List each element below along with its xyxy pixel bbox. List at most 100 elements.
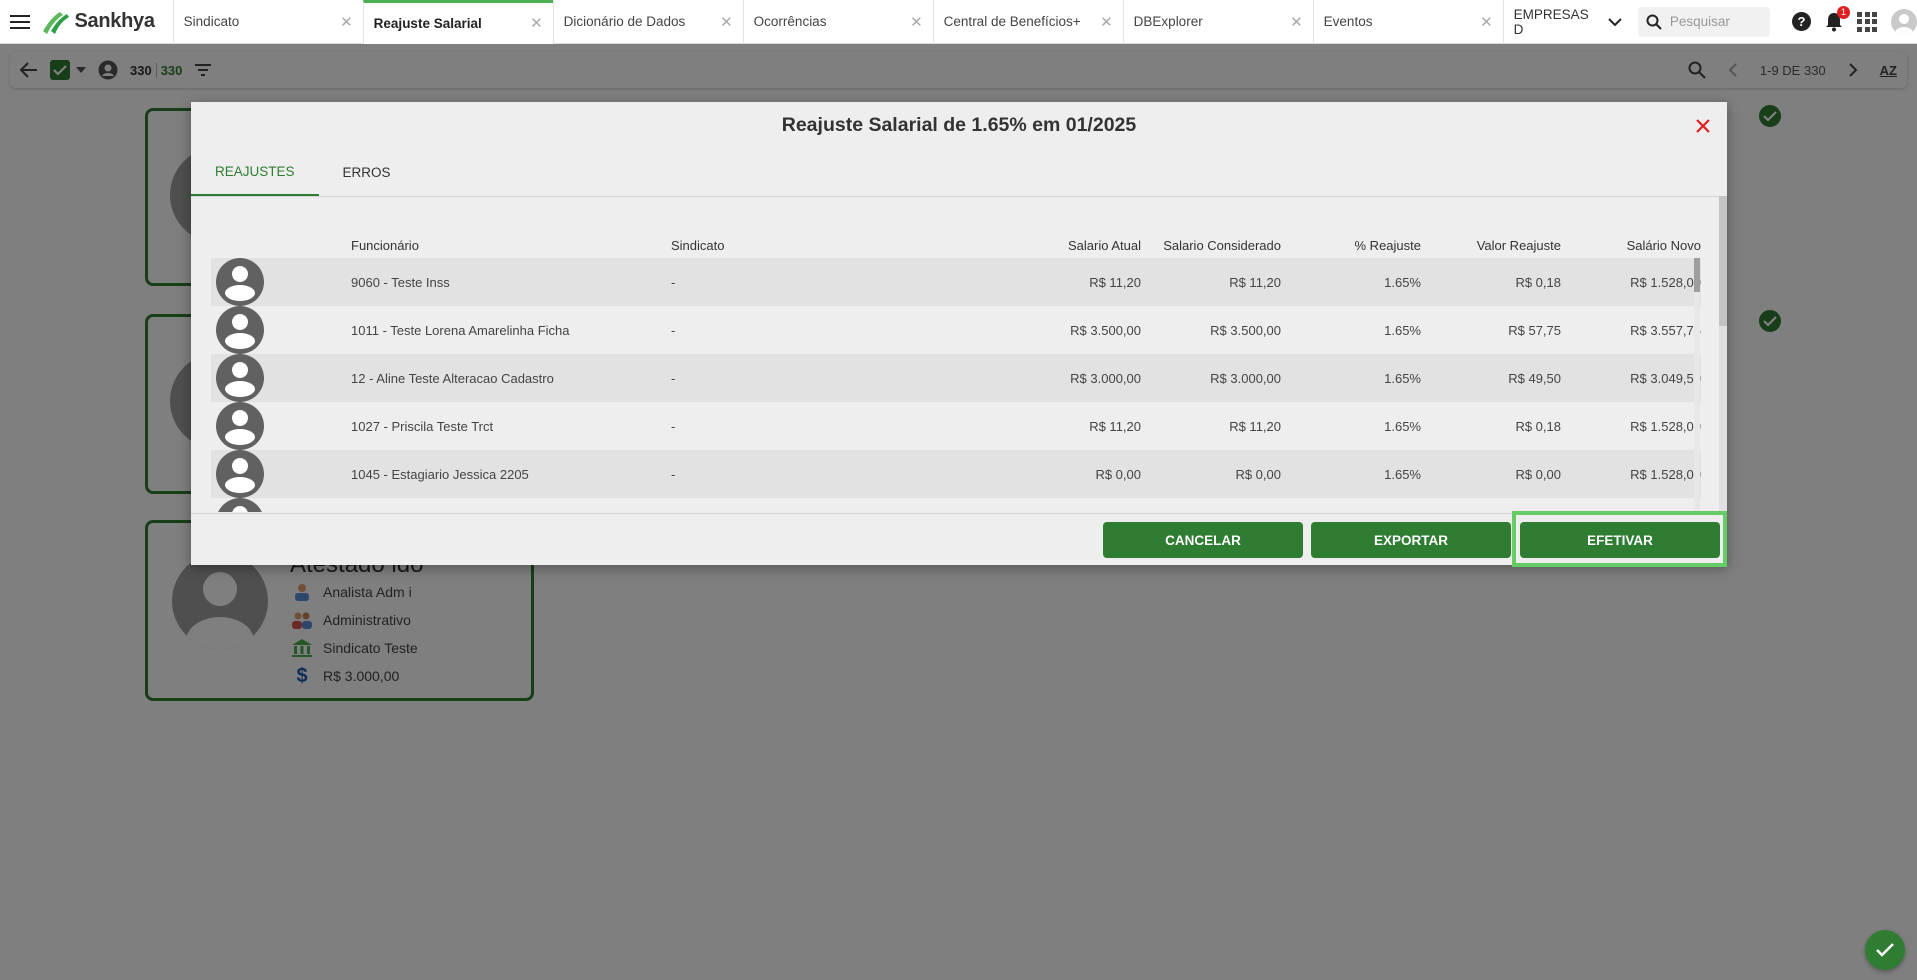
cell-funcionario: 1045 - Estagiario Jessica 2205 [351, 466, 529, 482]
close-icon[interactable]: ✕ [910, 13, 923, 31]
avatar [216, 498, 264, 512]
cell-valor-reajuste: R$ 0,18 [1515, 274, 1561, 290]
col-funcionario[interactable]: Funcionário [351, 238, 671, 253]
cell-sindicato: - [671, 418, 676, 434]
col-valor-reajuste[interactable]: Valor Reajuste [1421, 238, 1561, 253]
sankhya-logo-icon [42, 11, 69, 34]
table-row[interactable]: 12 - Aline Teste Alteracao Cadastro - R$… [211, 354, 1701, 402]
cell-salario-atual: R$ 3.000,00 [1070, 370, 1141, 386]
table-row[interactable] [211, 498, 1701, 512]
table-row[interactable]: 1045 - Estagiario Jessica 2205 - R$ 0,00… [211, 450, 1701, 498]
confirm-button[interactable]: EFETIVAR [1520, 522, 1720, 558]
cell-sindicato: - [671, 322, 676, 338]
user-icon [1895, 13, 1913, 35]
search-input[interactable] [1669, 14, 1765, 29]
close-icon[interactable]: ✕ [1100, 13, 1113, 31]
avatar [216, 258, 264, 306]
dialog-tabs: REAJUSTES ERROS [191, 148, 415, 196]
company-selector[interactable]: EMPRESAS D [1502, 0, 1632, 44]
user-icon [232, 506, 248, 512]
cell-pct-reajuste: 1.65% [1384, 418, 1421, 434]
table-row[interactable]: 1027 - Priscila Teste Trct - R$ 11,20 R$… [211, 402, 1701, 450]
export-button[interactable]: EXPORTAR [1311, 522, 1511, 558]
tab-label: Reajuste Salarial [373, 15, 482, 31]
tab-reajuste-salarial[interactable]: Reajuste Salarial ✕ [362, 0, 553, 44]
chevron-down-icon [1608, 17, 1622, 26]
cell-salario-considerado: R$ 3.500,00 [1210, 322, 1281, 338]
cell-valor-reajuste: R$ 49,50 [1508, 370, 1561, 386]
user-avatar[interactable] [1891, 8, 1917, 35]
user-icon [225, 266, 255, 301]
close-icon[interactable]: ✕ [1290, 13, 1303, 31]
cell-funcionario: 12 - Aline Teste Alteracao Cadastro [351, 370, 554, 386]
tab-dicionario-de-dados[interactable]: Dicionário de Dados ✕ [552, 0, 743, 44]
cell-salario-considerado: R$ 3.000,00 [1210, 370, 1281, 386]
cell-valor-reajuste: R$ 0,00 [1515, 466, 1561, 482]
tab-reajustes[interactable]: REAJUSTES [191, 148, 319, 196]
dialog-title: Reajuste Salarial de 1.65% em 01/2025 [781, 114, 1137, 136]
user-icon [225, 410, 255, 445]
close-icon[interactable]: ✕ [1480, 13, 1493, 31]
cell-salario-atual: R$ 3.500,00 [1070, 322, 1141, 338]
avatar [216, 354, 264, 402]
close-icon[interactable] [1691, 114, 1715, 138]
cell-sindicato: - [671, 370, 676, 386]
divider [191, 196, 1727, 197]
tab-label: Eventos [1323, 14, 1373, 29]
cell-pct-reajuste: 1.65% [1384, 274, 1421, 290]
search-box [1637, 6, 1770, 37]
avatar [216, 450, 264, 498]
cell-valor-reajuste: R$ 57,75 [1508, 322, 1561, 338]
tab-central-de-beneficios[interactable]: Central de Benefícios+ ✕ [932, 0, 1123, 44]
close-icon[interactable]: ✕ [340, 13, 353, 31]
tab-eventos[interactable]: Eventos ✕ [1312, 0, 1503, 44]
cell-salario-atual: R$ 11,20 [1089, 418, 1141, 434]
cell-salario-novo: R$ 1.528,00 [1630, 418, 1701, 434]
cell-salario-atual: R$ 0,00 [1095, 466, 1141, 482]
cell-salario-novo: R$ 3.557,75 [1630, 322, 1701, 338]
cell-salario-novo: R$ 1.528,00 [1630, 466, 1701, 482]
company-label: EMPRESAS D [1513, 6, 1589, 37]
user-icon [225, 362, 255, 397]
cell-salario-novo: R$ 3.049,50 [1630, 370, 1701, 386]
tab-sindicato[interactable]: Sindicato ✕ [172, 0, 363, 44]
tab-label: DBExplorer [1133, 14, 1203, 29]
tab-label: Ocorrências [753, 14, 827, 29]
avatar [216, 306, 264, 354]
table-scrollbar[interactable] [1694, 258, 1700, 512]
col-sindicato[interactable]: Sindicato [671, 238, 971, 253]
tab-erros[interactable]: ERROS [319, 148, 415, 196]
tab-ocorrencias[interactable]: Ocorrências ✕ [742, 0, 933, 44]
notification-badge: 1 [1837, 5, 1850, 19]
table-row[interactable]: 1011 - Teste Lorena Amarelinha Ficha - R… [211, 306, 1701, 354]
cell-valor-reajuste: R$ 0,18 [1515, 418, 1561, 434]
cell-sindicato: - [671, 466, 676, 482]
col-salario-atual[interactable]: Salario Atual [971, 238, 1141, 253]
notifications-bell[interactable]: 1 [1825, 5, 1850, 32]
col-salario-novo[interactable]: Salário Novo [1561, 238, 1701, 253]
search-icon [1646, 14, 1662, 30]
brand-logo[interactable]: Sankhya [40, 0, 169, 44]
dialog-scrollbar[interactable] [1719, 196, 1727, 514]
menu-icon[interactable] [0, 0, 40, 44]
cell-funcionario: 1011 - Teste Lorena Amarelinha Ficha [351, 322, 570, 338]
apps-grid-icon[interactable] [1857, 11, 1877, 32]
close-icon[interactable]: ✕ [530, 14, 543, 32]
help-icon[interactable]: ? [1792, 12, 1811, 31]
top-icons: ? 1 [1792, 5, 1917, 35]
col-pct-reajuste[interactable]: % Reajuste [1281, 238, 1421, 253]
tab-dbexplorer[interactable]: DBExplorer ✕ [1122, 0, 1313, 44]
adjustments-table: Funcionário Sindicato Salario Atual Sala… [211, 232, 1701, 512]
avatar [216, 402, 264, 450]
salary-adjustment-dialog: Reajuste Salarial de 1.65% em 01/2025 RE… [191, 102, 1727, 567]
user-icon [225, 458, 255, 493]
divider [191, 513, 1727, 514]
done-fab[interactable] [1865, 930, 1905, 970]
close-icon[interactable]: ✕ [720, 13, 733, 31]
col-salario-considerado[interactable]: Salario Considerado [1141, 238, 1281, 253]
cell-salario-atual: R$ 11,20 [1089, 274, 1141, 290]
table-row[interactable]: 9060 - Teste Inss - R$ 11,20 R$ 11,20 1.… [211, 258, 1701, 306]
cancel-button[interactable]: CANCELAR [1103, 522, 1303, 558]
brand-name: Sankhya [74, 10, 155, 32]
cell-pct-reajuste: 1.65% [1384, 466, 1421, 482]
